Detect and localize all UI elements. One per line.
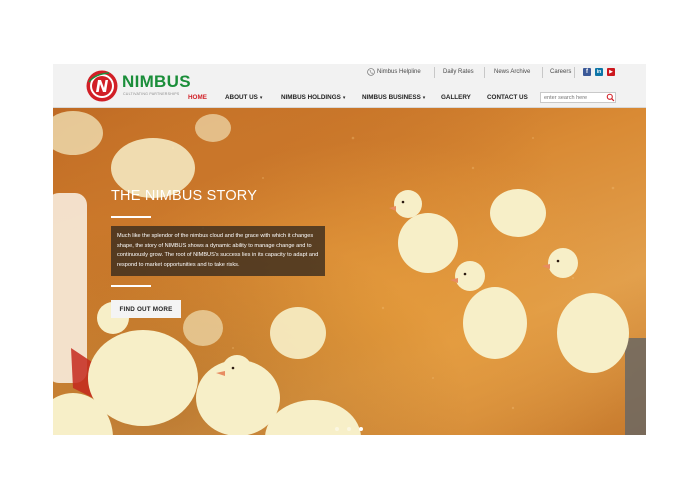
- nav-nimbus-business[interactable]: NIMBUS BUSINESS ▾: [362, 94, 425, 101]
- hero-divider: [111, 216, 151, 218]
- hero-title: THE NIMBUS STORY: [111, 188, 258, 204]
- brand-name: NIMBUS: [122, 72, 191, 91]
- nav-holdings-label: NIMBUS HOLDINGS: [281, 94, 341, 101]
- nav-home[interactable]: HOME: [188, 94, 207, 101]
- slider-dot[interactable]: [335, 427, 339, 431]
- brand-tagline: CULTIVATING PARTNERSHIPS: [123, 92, 180, 96]
- nav-nimbus-holdings[interactable]: NIMBUS HOLDINGS ▾: [281, 94, 345, 101]
- daily-rates-link[interactable]: Daily Rates: [443, 69, 474, 75]
- linkedin-icon[interactable]: in: [595, 68, 603, 76]
- search-icon[interactable]: [606, 93, 615, 102]
- slider-pagination: [335, 427, 365, 433]
- phone-icon: [367, 68, 375, 76]
- site-header: NIMBUS CULTIVATING PARTNERSHIPS Nimbus H…: [53, 64, 646, 108]
- nimbus-logo-mark-icon: [86, 70, 118, 102]
- nav-home-label: HOME: [188, 94, 207, 101]
- hero-description: Much like the splendor of the nimbus clo…: [111, 226, 325, 276]
- divider: [542, 67, 543, 78]
- nav-business-label: NIMBUS BUSINESS: [362, 94, 421, 101]
- nav-contact-us[interactable]: CONTACT US: [487, 94, 528, 101]
- nav-about-us[interactable]: ABOUT US ▾: [225, 94, 262, 101]
- divider: [574, 67, 575, 78]
- facebook-icon[interactable]: f: [583, 68, 591, 76]
- careers-link[interactable]: Careers: [550, 69, 571, 75]
- news-archive-link[interactable]: News Archive: [494, 69, 530, 75]
- hero-divider: [111, 285, 151, 287]
- hero-slider: THE NIMBUS STORY Much like the splendor …: [53, 108, 646, 435]
- chevron-down-icon: ▾: [422, 95, 426, 101]
- nav-about-label: ABOUT US: [225, 94, 258, 101]
- youtube-icon[interactable]: ▶: [607, 68, 615, 76]
- helpline-link[interactable]: Nimbus Helpline: [377, 69, 421, 75]
- search-input[interactable]: [540, 92, 616, 103]
- nav-contact-label: CONTACT US: [487, 94, 528, 101]
- nav-gallery-label: GALLERY: [441, 94, 471, 101]
- nimbus-logo[interactable]: NIMBUS CULTIVATING PARTNERSHIPS: [85, 68, 191, 104]
- slider-dot-active[interactable]: [359, 427, 363, 431]
- nav-gallery[interactable]: GALLERY: [441, 94, 471, 101]
- divider: [484, 67, 485, 78]
- find-out-more-button[interactable]: FIND OUT MORE: [111, 300, 181, 318]
- chevron-down-icon: ▾: [259, 95, 263, 101]
- chevron-down-icon: ▾: [342, 95, 346, 101]
- slider-dot[interactable]: [347, 427, 351, 431]
- divider: [434, 67, 435, 78]
- website-viewport: NIMBUS CULTIVATING PARTNERSHIPS Nimbus H…: [53, 64, 646, 435]
